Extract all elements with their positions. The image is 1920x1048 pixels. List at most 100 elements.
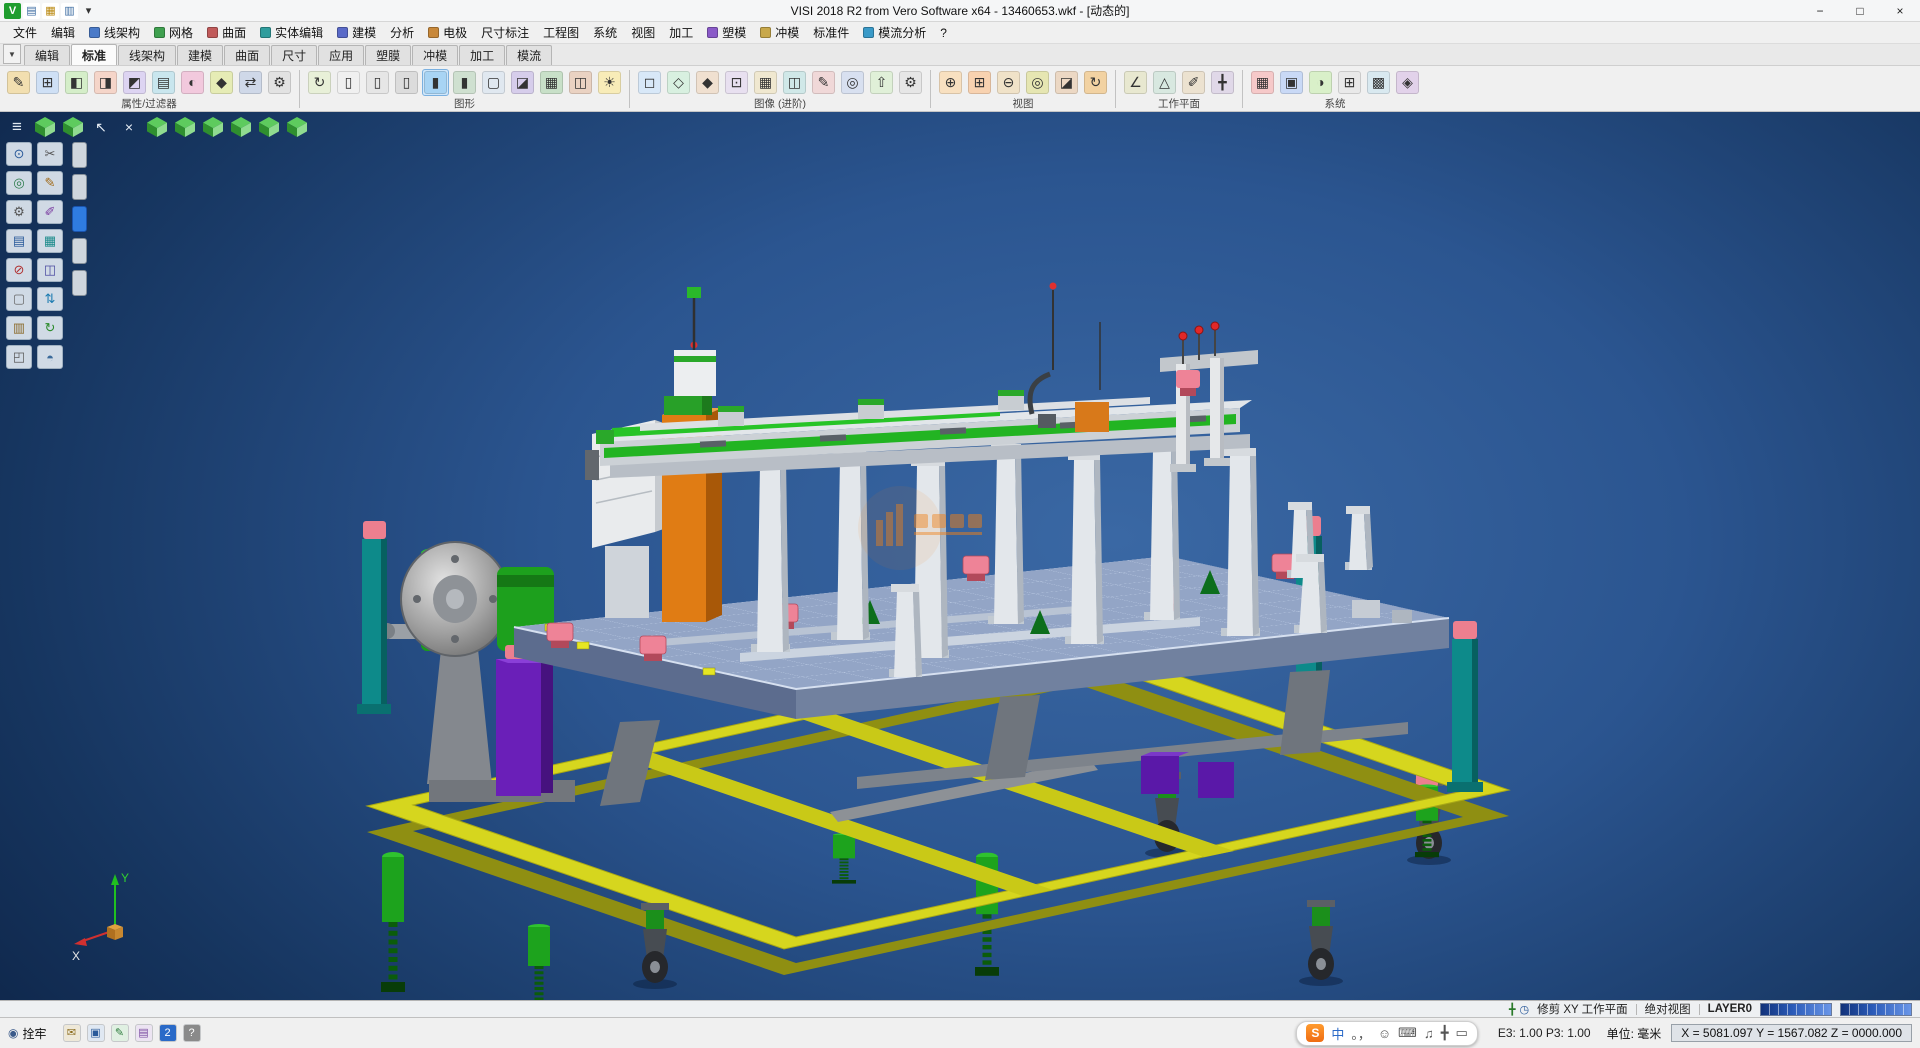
ime-mode-chinese[interactable]: 中 bbox=[1331, 1024, 1344, 1043]
menu-item-edit[interactable]: 编辑 bbox=[44, 22, 82, 44]
panels-tool-icon[interactable]: ◫ bbox=[37, 258, 63, 282]
menu-item-machining[interactable]: 加工 bbox=[662, 22, 700, 44]
filter-type-icon[interactable]: ◆ bbox=[208, 69, 235, 96]
filter-surface-icon[interactable]: ◨ bbox=[92, 69, 119, 96]
swap-tool-icon[interactable]: ⇅ bbox=[37, 287, 63, 311]
point-snap-tool-icon[interactable]: ◎ bbox=[6, 171, 32, 195]
filter-layer-icon[interactable]: ▤ bbox=[150, 69, 177, 96]
system-colors-icon[interactable]: ▦ bbox=[1249, 69, 1276, 96]
tab-modeling[interactable]: 建模 bbox=[177, 45, 223, 65]
save-document-icon[interactable]: ▦ bbox=[42, 3, 59, 19]
view-cube-iso-icon[interactable] bbox=[32, 115, 58, 139]
layers-tool-icon[interactable]: ▤ bbox=[6, 229, 32, 253]
delete-tool-icon[interactable]: ⊘ bbox=[6, 258, 32, 282]
sogou-logo-icon[interactable]: S bbox=[1306, 1024, 1324, 1042]
view-measure-icon[interactable]: ◎ bbox=[1024, 69, 1051, 96]
view-section-icon[interactable]: ◪ bbox=[1053, 69, 1080, 96]
image-iso-icon[interactable]: ◇ bbox=[665, 69, 692, 96]
image-plane-icon[interactable]: ◻ bbox=[636, 69, 663, 96]
menu-item-system[interactable]: 系统 bbox=[586, 22, 624, 44]
workplane-align-icon[interactable]: △ bbox=[1151, 69, 1178, 96]
saved-view-slot-2[interactable] bbox=[72, 174, 87, 200]
status-display-icon[interactable]: ▣ bbox=[87, 1024, 105, 1042]
active-layer-status[interactable]: LAYER0 bbox=[1708, 1003, 1752, 1015]
new-document-icon[interactable]: ▤ bbox=[23, 3, 40, 19]
status-help-icon[interactable]: ? bbox=[183, 1024, 201, 1042]
system-grid-icon[interactable]: ⊞ bbox=[1336, 69, 1363, 96]
maximize-button[interactable]: □ bbox=[1840, 0, 1880, 21]
shaded-edges-view-icon[interactable]: ▮ bbox=[451, 69, 478, 96]
filter-solid-icon[interactable]: ◩ bbox=[121, 69, 148, 96]
print-document-icon[interactable]: ▥ bbox=[61, 3, 78, 19]
system-display-icon[interactable]: ▣ bbox=[1278, 69, 1305, 96]
material-mode-icon[interactable]: ◫ bbox=[567, 69, 594, 96]
select-arrow-icon[interactable]: ↖ bbox=[88, 115, 114, 139]
menu-item-wireframe[interactable]: 线架构 bbox=[82, 22, 147, 44]
menu-item-standard-parts[interactable]: 标准件 bbox=[806, 22, 856, 44]
rotate-tool-icon[interactable]: ↻ bbox=[37, 316, 63, 340]
image-measure-icon[interactable]: ◎ bbox=[839, 69, 866, 96]
status-edit-icon[interactable]: ✎ bbox=[111, 1024, 129, 1042]
ime-keyboard-icon[interactable]: ⌨ bbox=[1398, 1025, 1417, 1041]
shade-half-tool-icon[interactable]: ◓ bbox=[37, 345, 63, 369]
menu-item-drafting[interactable]: 工程图 bbox=[536, 22, 586, 44]
settings-tool-icon[interactable]: ⚙ bbox=[6, 200, 32, 224]
attribute-copy-icon[interactable]: ⊞ bbox=[34, 69, 61, 96]
image-capture-icon[interactable]: ⊡ bbox=[723, 69, 750, 96]
ime-skin-icon[interactable]: ▭ bbox=[1456, 1025, 1468, 1041]
zoom-all-icon[interactable]: ⊕ bbox=[937, 69, 964, 96]
saved-view-slot-3[interactable] bbox=[72, 206, 87, 232]
trim-tool-icon[interactable]: ✂ bbox=[37, 142, 63, 166]
view-cube-right-icon[interactable] bbox=[200, 115, 226, 139]
tab-machining[interactable]: 加工 bbox=[459, 45, 505, 65]
zoom-previous-icon[interactable]: ⊖ bbox=[995, 69, 1022, 96]
saved-view-slot-1[interactable] bbox=[72, 142, 87, 168]
tab-flow[interactable]: 模流 bbox=[506, 45, 552, 65]
zoom-tool-icon[interactable]: ⊙ bbox=[6, 142, 32, 166]
filter-settings-icon[interactable]: ⚙ bbox=[266, 69, 293, 96]
transparent-view-icon[interactable]: ▢ bbox=[480, 69, 507, 96]
filter-color-icon[interactable]: ◐ bbox=[179, 69, 206, 96]
texture-mode-icon[interactable]: ▦ bbox=[538, 69, 565, 96]
hidden-line-view-icon[interactable]: ▯ bbox=[364, 69, 391, 96]
ime-mic-icon[interactable]: ♫ bbox=[1424, 1026, 1434, 1041]
tab-wireframe[interactable]: 线架构 bbox=[118, 45, 176, 65]
tab-application[interactable]: 应用 bbox=[318, 45, 364, 65]
view-cube-front-icon[interactable] bbox=[60, 115, 86, 139]
menu-item-mesh[interactable]: 网格 bbox=[147, 22, 200, 44]
workplane-xy-icon[interactable]: ∠ bbox=[1122, 69, 1149, 96]
redraw-icon[interactable]: ↻ bbox=[306, 69, 333, 96]
saved-view-slot-4[interactable] bbox=[72, 238, 87, 264]
menu-item-electrode[interactable]: 电极 bbox=[421, 22, 474, 44]
attribute-edit-icon[interactable]: ✎ bbox=[5, 69, 32, 96]
filter-wireframe-icon[interactable]: ◧ bbox=[63, 69, 90, 96]
view-rotate-icon[interactable]: ↻ bbox=[1082, 69, 1109, 96]
workplane-axes-icon[interactable]: ╋ bbox=[1509, 1003, 1516, 1016]
quick-access-caret-icon[interactable]: ▾ bbox=[80, 3, 97, 19]
close-button[interactable]: × bbox=[1880, 0, 1920, 21]
view-mode-status[interactable]: 绝对视图 bbox=[1645, 1001, 1691, 1017]
view-cube-left-icon[interactable] bbox=[172, 115, 198, 139]
menu-item-modeling[interactable]: 建模 bbox=[330, 22, 383, 44]
system-render-icon[interactable]: ◈ bbox=[1394, 69, 1421, 96]
system-snap-icon[interactable]: ▩ bbox=[1365, 69, 1392, 96]
view-cube-bottom-icon[interactable] bbox=[256, 115, 282, 139]
tab-dimension[interactable]: 尺寸 bbox=[271, 45, 317, 65]
viewport-3d[interactable]: ≡ ↖ × bbox=[0, 112, 1920, 1000]
ime-toolbox-icon[interactable]: ╋ bbox=[1441, 1025, 1449, 1041]
lighting-mode-icon[interactable]: ☀ bbox=[596, 69, 623, 96]
lock-toggle[interactable]: ◉ 拴牢 bbox=[8, 1025, 47, 1042]
viewbar-menu-icon[interactable]: ≡ bbox=[4, 115, 30, 139]
menu-item-dimension[interactable]: 尺寸标注 bbox=[474, 22, 536, 44]
menu-item-moldflow[interactable]: 模流分析 bbox=[856, 22, 933, 44]
zoom-window-icon[interactable]: ⊞ bbox=[966, 69, 993, 96]
filter-chain-icon[interactable]: ⇄ bbox=[237, 69, 264, 96]
workplane-edit-icon[interactable]: ✐ bbox=[1180, 69, 1207, 96]
menu-item-view[interactable]: 视图 bbox=[624, 22, 662, 44]
dynamic-hidden-view-icon[interactable]: ▯ bbox=[393, 69, 420, 96]
image-settings-icon[interactable]: ⚙ bbox=[897, 69, 924, 96]
box-select-tool-icon[interactable]: ▢ bbox=[6, 287, 32, 311]
viewbar-close-icon[interactable]: × bbox=[116, 115, 142, 139]
annotate-tool-icon[interactable]: ✐ bbox=[37, 200, 63, 224]
workplane-clock-icon[interactable]: ◷ bbox=[1520, 1003, 1530, 1016]
